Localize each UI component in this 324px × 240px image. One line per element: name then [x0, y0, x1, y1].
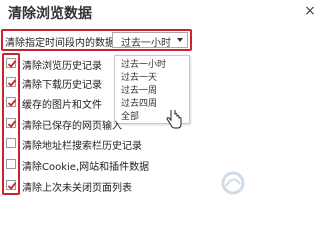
- time-range-selected-value: 过去一小时: [121, 38, 171, 49]
- watermark-logo-icon: [221, 171, 245, 195]
- option-past-hour[interactable]: 过去一小时: [121, 57, 166, 70]
- watermark-logo: [220, 170, 320, 198]
- chevron-down-icon: [177, 38, 183, 42]
- option-label: 清除下载历史记录: [22, 80, 102, 91]
- option-label: 清除Cookie,网站和插件数据: [22, 162, 150, 173]
- dialog-titlebar: 清除浏览数据 ×: [0, 0, 324, 22]
- close-icon[interactable]: ×: [302, 3, 318, 19]
- option-past-4weeks[interactable]: 过去四周: [121, 96, 157, 109]
- checkmark-icon: [7, 120, 17, 128]
- checkbox[interactable]: [6, 58, 17, 68]
- checkbox[interactable]: [6, 159, 16, 169]
- hand-pointer-icon: [166, 110, 182, 129]
- checkmark-icon: [7, 60, 17, 68]
- option-all[interactable]: 全部: [121, 109, 139, 122]
- option-label: 清除地址栏搜索栏历史记录: [22, 141, 142, 152]
- option-label: 清除上次未关闭页面列表: [22, 183, 132, 194]
- checkbox[interactable]: [6, 97, 17, 107]
- checkmark-icon: [7, 79, 17, 87]
- option-past-day[interactable]: 过去一天: [121, 70, 157, 83]
- checkbox[interactable]: [6, 180, 17, 190]
- option-label: 清除浏览历史记录: [22, 61, 102, 72]
- option-label: 清除已保存的网页输入: [22, 121, 122, 132]
- time-range-label: 清除指定时间段内的数据：: [5, 38, 125, 49]
- checkbox[interactable]: [6, 118, 17, 128]
- option-label: 缓存的图片和文件: [22, 100, 102, 111]
- checkmark-icon: [7, 182, 17, 190]
- checkmark-icon: [7, 99, 17, 107]
- dialog-title: 清除浏览数据: [8, 6, 92, 22]
- time-range-select[interactable]: 过去一小时: [112, 32, 188, 49]
- option-past-week[interactable]: 过去一周: [121, 83, 157, 96]
- checkbox[interactable]: [6, 138, 16, 148]
- checkbox[interactable]: [6, 77, 17, 87]
